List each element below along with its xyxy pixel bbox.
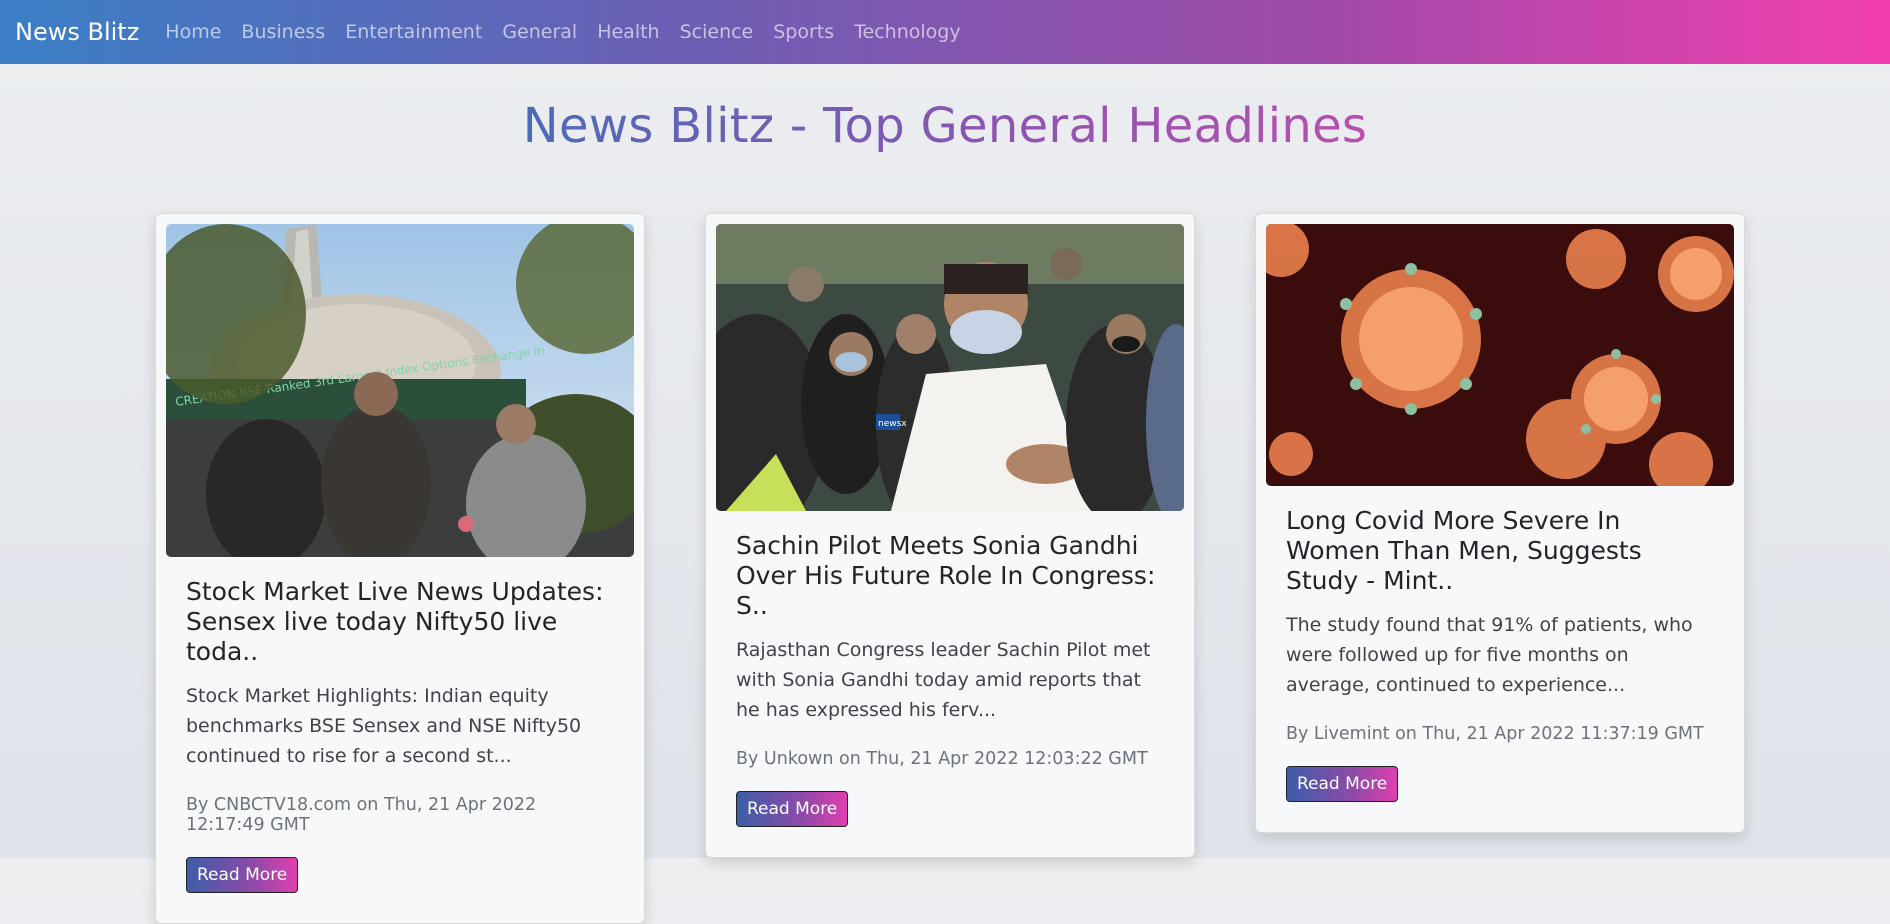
card-meta: By CNBCTV18.com on Thu, 21 Apr 2022 12:1…: [186, 795, 537, 836]
card-description: Stock Market Highlights: Indian equity b…: [186, 685, 582, 768]
card-description: The study found that 91% of patients, wh…: [1286, 614, 1693, 697]
nav-business[interactable]: Business: [241, 21, 325, 43]
card-title: Long Covid More Severe In Women Than Men…: [1286, 506, 1642, 595]
nav-home[interactable]: Home: [165, 21, 221, 43]
news-image-covid-virus[interactable]: [1266, 224, 1734, 486]
card-body: Long Covid More Severe In Women Than Men…: [1266, 486, 1734, 822]
nav-sports[interactable]: Sports: [773, 21, 834, 43]
nav-entertainment[interactable]: Entertainment: [345, 21, 482, 43]
news-image-stock-exchange[interactable]: CREATION BSE Ranked 3rd Largest Index Op…: [166, 224, 634, 557]
card-meta: By Livemint on Thu, 21 Apr 2022 11:37:19…: [1286, 724, 1704, 745]
read-more-button[interactable]: Read More: [186, 857, 299, 894]
nav-health[interactable]: Health: [597, 21, 659, 43]
virus-illustration: [1266, 224, 1734, 486]
news-card: newsx Sachin Pilot Meets Sonia Gandhi Ov…: [705, 213, 1195, 859]
read-more-button[interactable]: Read More: [1286, 766, 1399, 803]
news-card: Long Covid More Severe In Women Than Men…: [1255, 213, 1745, 834]
page-title: News Blitz - Top General Headlines: [522, 98, 1368, 154]
card-meta: By Unkown on Thu, 21 Apr 2022 12:03:22 G…: [736, 749, 1148, 770]
nav-science[interactable]: Science: [680, 21, 754, 43]
news-card: CREATION BSE Ranked 3rd Largest Index Op…: [155, 213, 645, 924]
card-title: Sachin Pilot Meets Sonia Gandhi Over His…: [736, 531, 1156, 620]
stock-exchange-photo: CREATION BSE Ranked 3rd Largest Index Op…: [166, 224, 634, 557]
top-navbar: News Blitz Home Business Entertainment G…: [0, 0, 1890, 64]
card-body: Stock Market Live News Updates: Sensex l…: [166, 557, 634, 913]
mic-label-text: newsx: [878, 419, 907, 429]
nav-general[interactable]: General: [502, 21, 577, 43]
news-image-sachin-pilot[interactable]: newsx: [716, 224, 1184, 511]
read-more-button[interactable]: Read More: [736, 791, 849, 828]
brand-logo[interactable]: News Blitz: [15, 18, 139, 46]
nav-technology[interactable]: Technology: [854, 21, 960, 43]
title-section: News Blitz - Top General Headlines: [0, 98, 1890, 154]
crowd-photo: newsx: [716, 224, 1184, 511]
card-title: Stock Market Live News Updates: Sensex l…: [186, 577, 604, 666]
card-body: Sachin Pilot Meets Sonia Gandhi Over His…: [716, 511, 1184, 847]
card-description: Rajasthan Congress leader Sachin Pilot m…: [736, 639, 1151, 722]
